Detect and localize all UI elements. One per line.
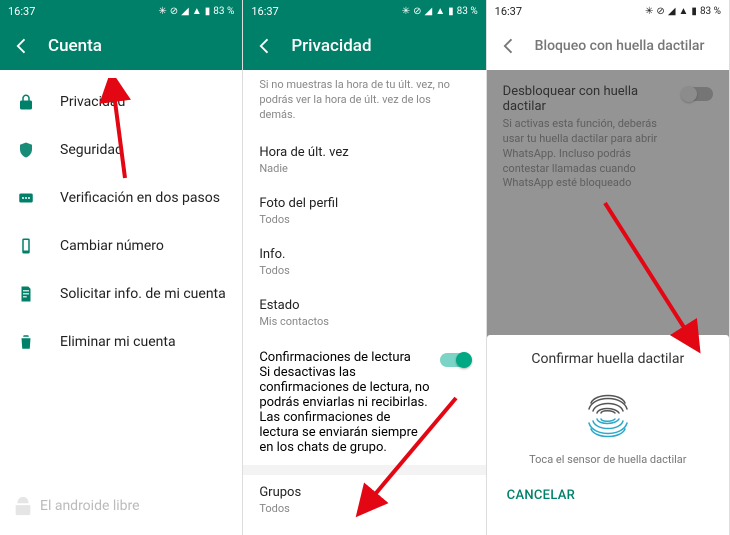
priv-item-info[interactable]: Info. Todos [243,237,485,288]
priv-item-groups[interactable]: Grupos Todos [243,475,485,526]
list-item-label: Seguridad [60,142,123,158]
lock-icon [16,92,36,112]
signal-icon: ◢ [668,6,676,17]
sheet-text: Toca el sensor de huella dactilar [529,453,686,466]
priv-title: Estado [259,298,469,313]
list-item-change-number[interactable]: Cambiar número [0,222,242,270]
status-right: ✳ ⊘ ◢ ▲ ▮ 83 % [645,6,721,17]
watermark: El androide libre [12,495,140,517]
privacy-note: Si no muestras la hora de tu últ. vez, n… [243,70,485,135]
priv-title: Hora de últ. vez [259,145,469,160]
priv-title: Foto del perfil [259,196,469,211]
wifi-icon: ▲ [192,6,202,17]
divider [243,465,485,475]
phone-icon [16,236,36,256]
status-battery: 83 % [213,6,234,17]
dnd-icon: ⊘ [656,6,664,17]
dnd-icon: ⊘ [413,6,421,17]
list-item-label: Eliminar mi cuenta [60,334,176,350]
status-bar: 16:37 ✳ ⊘ ◢ ▲ ▮ 83 % [243,0,485,22]
status-bar: 16:37 ✳ ⊘ ◢ ▲ ▮ 83 % [487,0,729,22]
signal-icon: ◢ [181,6,189,17]
priv-sub: Todos [259,264,469,278]
priv-item-profile-photo[interactable]: Foto del perfil Todos [243,186,485,237]
cancel-button[interactable]: CANCELAR [503,480,580,511]
status-bar: 16:37 ✳ ⊘ ◢ ▲ ▮ 83 % [0,0,242,22]
priv-sub: Si desactivas las confirmaciones de lect… [259,365,429,455]
dnd-icon: ⊘ [170,6,178,17]
priv-title: Grupos [259,485,469,500]
list-item-label: Privacidad [60,94,125,110]
priv-item-last-seen[interactable]: Hora de últ. vez Nadie [243,135,485,186]
trash-icon [16,332,36,352]
priv-sub: Todos [259,213,469,227]
list-item-two-step[interactable]: Verificación en dos pasos [0,174,242,222]
status-time: 16:37 [495,5,522,18]
priv-item-status[interactable]: Estado Mis contactos [243,288,485,339]
list-item-privacidad[interactable]: Privacidad [0,78,242,126]
status-right: ✳ ⊘ ◢ ▲ ▮ 83 % [158,6,234,17]
fingerprint-sheet: Confirmar huella dactilar [487,335,729,535]
list-item-seguridad[interactable]: Seguridad [0,126,242,174]
signal-icon: ◢ [424,6,432,17]
privacy-list: Si no muestras la hora de tu últ. vez, n… [243,70,485,535]
list-item-delete-account[interactable]: Eliminar mi cuenta [0,318,242,366]
android-icon [12,495,34,517]
battery-icon: ▮ [205,6,211,17]
priv-item-live-location[interactable]: Ubicación en tiempo real Ninguno [243,526,485,535]
wifi-icon: ▲ [679,6,689,17]
page-title: Cuenta [48,36,102,56]
watermark-text: El androide libre [40,498,140,514]
wifi-icon: ▲ [435,6,445,17]
status-time: 16:37 [8,5,35,18]
toggle-on[interactable] [440,353,470,367]
priv-sub: Nadie [259,162,469,176]
bluetooth-icon: ✳ [402,6,410,17]
back-icon[interactable] [499,36,519,56]
status-time: 16:37 [251,5,278,18]
fingerprint-icon [581,385,635,445]
status-right: ✳ ⊘ ◢ ▲ ▮ 83 % [402,6,478,17]
back-icon[interactable] [255,36,275,56]
priv-title: Confirmaciones de lectura [259,350,429,365]
status-battery: 83 % [457,6,478,17]
account-list: Privacidad Seguridad Verificación en dos… [0,70,242,366]
priv-item-read-receipts[interactable]: Confirmaciones de lectura Si desactivas … [243,340,485,465]
battery-icon: ▮ [691,6,697,17]
shield-icon [16,140,36,160]
bluetooth-icon: ✳ [158,6,166,17]
sheet-title: Confirmar huella dactilar [531,351,684,367]
back-icon[interactable] [12,36,32,56]
battery-icon: ▮ [448,6,454,17]
priv-sub: Todos [259,502,469,516]
two-step-icon [16,188,36,208]
page-title: Bloqueo con huella dactilar [535,38,705,54]
bluetooth-icon: ✳ [645,6,653,17]
priv-title: Info. [259,247,469,262]
list-item-request-info[interactable]: Solicitar info. de mi cuenta [0,270,242,318]
page-title: Privacidad [291,36,371,56]
list-item-label: Solicitar info. de mi cuenta [60,286,226,302]
list-item-label: Verificación en dos pasos [60,190,220,206]
status-battery: 83 % [700,6,721,17]
list-item-label: Cambiar número [60,238,164,254]
document-icon [16,284,36,304]
priv-sub: Mis contactos [259,315,469,329]
